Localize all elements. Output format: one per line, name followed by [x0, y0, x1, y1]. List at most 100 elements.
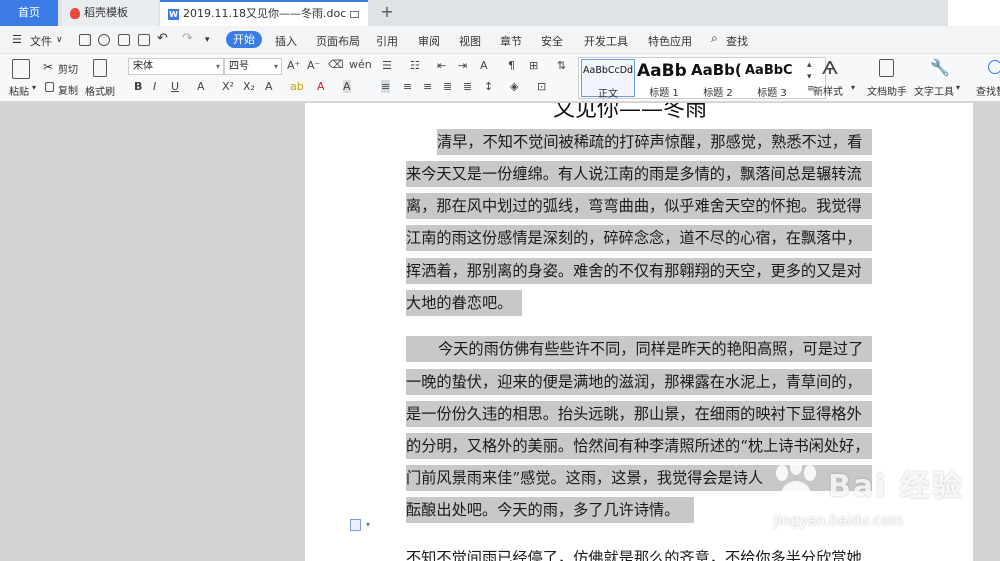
export-icon[interactable] [98, 34, 110, 46]
menu-references[interactable]: 引用 [376, 33, 398, 49]
wrench-icon[interactable]: 🔧 [930, 58, 950, 77]
hamburger-icon[interactable]: ☰ [12, 33, 22, 46]
format-painter-icon[interactable] [93, 59, 107, 77]
tab-document-label: 2019.11.18又见你——冬雨.doc [183, 7, 347, 20]
copy-button[interactable]: 复制 [58, 82, 78, 97]
new-style-dropdown-icon[interactable]: ▾ [851, 83, 855, 92]
bold-icon[interactable]: B [134, 80, 142, 93]
text-line-7: 今天的雨仿佛有些些许不同，同样是昨天的艳阳高照，可是过了 [406, 336, 872, 362]
borders-icon[interactable]: ⊡ [537, 80, 546, 93]
text-tools-dropdown-icon[interactable]: ▾ [956, 83, 960, 92]
monitor-icon[interactable] [350, 10, 360, 18]
superscript-icon[interactable]: X² [222, 80, 234, 93]
scissors-icon[interactable]: ✂ [43, 60, 53, 74]
menu-insert[interactable]: 插入 [275, 33, 297, 49]
tab-document[interactable]: W 2019.11.18又见你——冬雨.doc [160, 0, 368, 40]
print-icon[interactable] [118, 34, 130, 46]
italic-icon[interactable]: I [153, 80, 156, 93]
paste-icon[interactable] [12, 59, 30, 79]
menu-features[interactable]: 特色应用 [648, 33, 692, 49]
font-size-select[interactable]: 四号 ▾ [224, 58, 282, 75]
tab-bar: 首页 稻壳模板 W 2019.11.18又见你——冬雨.doc + [0, 0, 1000, 40]
style-normal[interactable]: AaBbCcDd 正文 [581, 59, 635, 100]
chinese-layout-icon[interactable]: A [480, 59, 488, 72]
cut-button[interactable]: 剪切 [58, 61, 78, 76]
font-name-select[interactable]: 宋体 ▾ [128, 58, 224, 75]
sort-icon[interactable]: ⇅ [557, 59, 566, 72]
shading-icon[interactable]: ◈ [510, 80, 518, 93]
new-style-icon[interactable]: Ѧ [822, 58, 838, 79]
shrink-font-icon[interactable]: A⁻ [307, 59, 320, 72]
style-heading-3[interactable]: AaBbC 标题 3 [745, 58, 799, 98]
bullet-list-icon[interactable]: ☰ [382, 59, 392, 72]
redo-icon[interactable]: ↷ [182, 31, 193, 46]
align-left-icon[interactable]: ≡ [381, 80, 391, 93]
align-right-icon[interactable]: ≡ [423, 80, 432, 93]
document-title: 又见你——冬雨 [553, 103, 708, 122]
menu-page-layout[interactable]: 页面布局 [316, 33, 360, 49]
justify-icon[interactable]: ≣ [443, 80, 452, 93]
menu-search[interactable]: 查找 [726, 33, 748, 49]
menu-security[interactable]: 安全 [541, 33, 563, 49]
chevron-down-icon[interactable]: ∨ [56, 35, 63, 45]
highlight-icon[interactable]: ab [290, 80, 304, 93]
paragraph-layout-icon[interactable] [350, 519, 361, 531]
menu-developer[interactable]: 开发工具 [584, 33, 628, 49]
underline-icon[interactable]: U [171, 80, 179, 93]
find-replace-button[interactable]: 查找替 [976, 83, 1000, 98]
customize-quick-access-icon[interactable]: ▾ [205, 35, 210, 45]
show-marks-icon[interactable]: ¶ [508, 59, 515, 72]
search-icon[interactable]: ⌕ [711, 31, 718, 46]
new-style-button[interactable]: 新样式 [813, 83, 843, 98]
increase-indent-icon[interactable]: ⇥ [458, 59, 467, 72]
wps-writer-icon: W [168, 8, 179, 20]
line-spacing-icon[interactable]: ↕ [484, 80, 493, 93]
tab-home[interactable]: 首页 [0, 0, 58, 26]
paragraph-layout-dropdown-icon[interactable]: ▾ [366, 520, 370, 529]
save-icon[interactable] [79, 34, 91, 46]
print-preview-icon[interactable] [138, 34, 150, 46]
table-border-icon[interactable]: ⊞ [529, 59, 538, 72]
font-name-value: 宋体 [133, 61, 153, 72]
tab-template-label: 稻壳模板 [84, 6, 128, 19]
menu-chapter[interactable]: 章节 [500, 33, 522, 49]
format-painter-button[interactable]: 格式刷 [85, 83, 115, 98]
add-tab-button[interactable]: + [378, 3, 396, 21]
clear-format-icon[interactable]: ⌫ [328, 58, 344, 71]
text-effect-icon[interactable]: A [265, 80, 273, 93]
strikethrough-icon[interactable]: A [197, 80, 205, 93]
tab-template[interactable]: 稻壳模板 [62, 0, 158, 26]
copy-icon[interactable] [45, 82, 54, 92]
paste-dropdown-icon[interactable]: ▾ [32, 83, 36, 92]
document-helper-button[interactable]: 文档助手 [867, 83, 907, 98]
watermark-brand: Bai 经验 [828, 469, 964, 504]
font-color-icon[interactable]: A [317, 80, 325, 93]
menu-home[interactable]: 开始 [226, 31, 262, 48]
search-icon[interactable] [988, 60, 1000, 74]
grow-font-icon[interactable]: A⁺ [287, 59, 300, 72]
style-heading-3-sample: AaBbC [745, 63, 793, 78]
menu-view[interactable]: 视图 [459, 33, 481, 49]
text-line-1: 清早，不知不觉间被稀疏的打碎声惊醒，那感觉，熟悉不过，看 [437, 129, 872, 155]
paste-button-label[interactable]: 粘贴 [9, 83, 29, 98]
menu-review[interactable]: 审阅 [418, 33, 440, 49]
chevron-down-icon: ▾ [215, 62, 220, 71]
style-heading-3-name: 标题 3 [757, 88, 787, 98]
menu-file[interactable]: 文件 [30, 33, 52, 49]
char-shading-icon[interactable]: A [343, 80, 351, 93]
style-heading-2[interactable]: AaBb( 标题 2 [691, 58, 745, 98]
text-tools-button[interactable]: 文字工具 [914, 83, 954, 98]
styles-scroll-up-icon[interactable]: ▴ [807, 60, 812, 70]
distributed-icon[interactable]: ≣ [463, 80, 472, 93]
decrease-indent-icon[interactable]: ⇤ [437, 59, 446, 72]
style-heading-1[interactable]: AaBb 标题 1 [637, 58, 691, 98]
phonetic-icon[interactable]: wén [349, 58, 372, 71]
text-line-1-content: 清早，不知不觉间被稀疏的打碎声惊醒，那感觉，熟悉不过，看 [437, 133, 863, 151]
font-size-value: 四号 [229, 61, 249, 72]
styles-scroll-down-icon[interactable]: ▾ [807, 72, 812, 82]
document-helper-icon[interactable] [879, 59, 894, 77]
numbered-list-icon[interactable]: ☷ [410, 59, 420, 72]
undo-icon[interactable]: ↶ [157, 31, 168, 46]
align-center-icon[interactable]: ≡ [403, 80, 412, 93]
subscript-icon[interactable]: X₂ [243, 80, 255, 93]
